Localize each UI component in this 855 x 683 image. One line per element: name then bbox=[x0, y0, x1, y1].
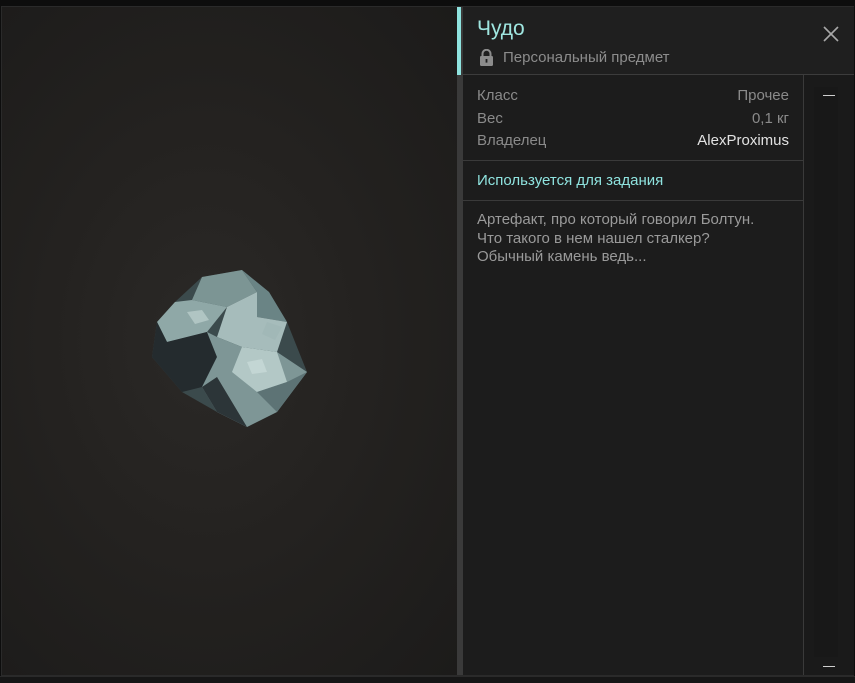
item-properties: Класс Прочее Вес 0,1 кг Владелец AlexPro… bbox=[463, 75, 803, 161]
scroll-up-button[interactable] bbox=[823, 95, 835, 96]
lock-icon bbox=[480, 48, 493, 66]
owner-value: AlexProximus bbox=[697, 132, 789, 149]
item-title: Чудо bbox=[477, 17, 525, 40]
scroll-down-button[interactable] bbox=[823, 666, 835, 667]
description-line: Артефакт, про который говорил Болтун. bbox=[477, 211, 755, 228]
item-description: Артефакт, про который говорил Болтун. Чт… bbox=[463, 201, 803, 277]
property-label: Вес bbox=[477, 109, 503, 127]
item-info-panel: Чудо Персональный предмет Класс Прочее В… bbox=[457, 7, 854, 675]
item-header: Чудо Персональный предмет bbox=[457, 7, 854, 75]
accent-stripe bbox=[457, 7, 461, 75]
description-line: Обычный камень ведь... bbox=[477, 248, 647, 265]
property-label: Класс bbox=[477, 87, 518, 104]
close-icon[interactable] bbox=[822, 25, 840, 43]
property-row-weight: Вес 0,1 кг bbox=[477, 108, 789, 131]
property-label: Владелец bbox=[477, 132, 547, 149]
item-subtitle-row: Персональный предмет bbox=[479, 47, 670, 67]
property-value: 0,1 кг bbox=[751, 109, 789, 127]
item-details: Класс Прочее Вес 0,1 кг Владелец AlexPro… bbox=[463, 75, 804, 675]
property-value: Прочее bbox=[737, 87, 789, 104]
property-row-class: Класс Прочее bbox=[477, 85, 789, 108]
item-inspect-window: Чудо Персональный предмет Класс Прочее В… bbox=[1, 6, 854, 676]
scroll-track[interactable] bbox=[814, 87, 838, 657]
quest-note: Используется для задания bbox=[463, 161, 803, 201]
description-line: Что такого в нем нашел сталкер? bbox=[477, 229, 710, 247]
item-subtitle: Персональный предмет bbox=[503, 48, 670, 66]
stone-artifact-model bbox=[152, 270, 307, 427]
property-row-owner: Владелец AlexProximus bbox=[477, 130, 789, 153]
item-preview[interactable] bbox=[2, 7, 457, 675]
scrollbar[interactable] bbox=[804, 75, 854, 675]
